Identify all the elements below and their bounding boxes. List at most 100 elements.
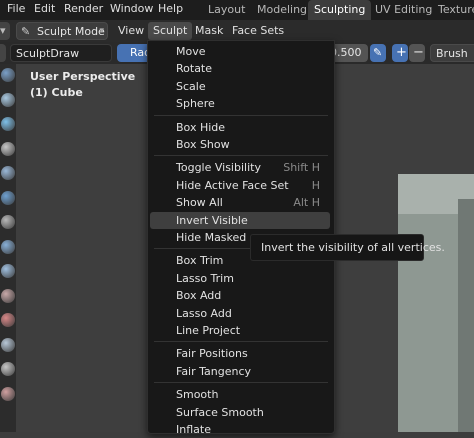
menu-item-label: Show All — [176, 196, 223, 210]
menu-view[interactable]: View — [113, 22, 149, 40]
brush-icon: ✎ — [21, 25, 31, 38]
brush-tool-icon[interactable] — [1, 362, 15, 376]
menu-separator — [154, 155, 328, 157]
menu-item-smooth[interactable]: Smooth — [150, 386, 330, 403]
menu-item-move[interactable]: Move — [150, 43, 330, 60]
brush-tool-icon[interactable] — [1, 68, 15, 82]
strength-field[interactable]: 0.500 — [330, 44, 368, 62]
menu-item-label: Smooth — [176, 388, 219, 402]
editor-type-dropdown[interactable]: ▾ — [0, 22, 10, 40]
menu-separator — [154, 341, 328, 343]
menu-item-label: Sphere — [176, 97, 215, 111]
menu-item-shortcut: Shift H — [283, 161, 320, 175]
menu-item-label: Hide Active Face Set — [176, 178, 289, 192]
brush-name-value: SculptDraw — [16, 47, 80, 60]
mode-label: Sculpt Mode — [37, 25, 105, 38]
brush-name-field[interactable]: SculptDraw — [10, 44, 112, 62]
menu-separator — [154, 382, 328, 384]
top-menu-bar: File Edit Render Window Help Layout Mode… — [0, 0, 474, 20]
tab-uv-editing[interactable]: UV Editing — [369, 0, 438, 20]
menu-sculpt[interactable]: Sculpt — [148, 22, 193, 40]
menu-item-label: Fair Tangency — [176, 364, 252, 378]
sculpt-toolbar — [0, 64, 16, 432]
menu-item-surface-smooth[interactable]: Surface Smooth — [150, 404, 330, 421]
brush-tool-icon[interactable] — [1, 239, 15, 254]
mode-dropdown[interactable]: ✎ Sculpt Mode ▾ — [16, 22, 108, 40]
tab-texture[interactable]: Texture — [432, 0, 474, 20]
pen-pressure-icon: ✎ — [373, 46, 383, 59]
menu-item-fair-tangency[interactable]: Fair Tangency — [150, 363, 330, 380]
menu-item-line-project[interactable]: Line Project — [150, 322, 330, 339]
menu-mask[interactable]: Mask — [190, 22, 228, 40]
menu-item-label: Box Hide — [176, 120, 226, 134]
editor-header: ▾ ✎ Sculpt Mode ▾ View Sculpt Mask Face … — [0, 20, 474, 42]
menu-item-rotate[interactable]: Rotate — [150, 60, 330, 77]
menu-help[interactable]: Help — [155, 0, 186, 20]
direction-add-button[interactable]: + — [392, 44, 408, 62]
brush-tool-icon[interactable] — [1, 288, 15, 303]
menu-item-shortcut: H — [311, 178, 320, 192]
menu-item-hide-active-face-set[interactable]: Hide Active Face Set H — [150, 177, 330, 194]
menu-item-label: Box Trim — [176, 254, 224, 268]
menu-item-box-add[interactable]: Box Add — [150, 287, 330, 304]
menu-item-scale[interactable]: Scale — [150, 78, 330, 95]
menu-item-lasso-add[interactable]: Lasso Add — [150, 305, 330, 322]
menu-item-sphere[interactable]: Sphere — [150, 95, 330, 112]
menu-item-box-show[interactable]: Box Show — [150, 136, 330, 153]
menu-face-sets[interactable]: Face Sets — [227, 22, 289, 40]
pressure-toggle[interactable]: ✎ — [370, 44, 386, 62]
menu-item-fair-positions[interactable]: Fair Positions — [150, 345, 330, 362]
tab-sculpting[interactable]: Sculpting — [308, 0, 372, 20]
menu-item-shortcut: Alt H — [293, 196, 320, 210]
brush-tool-icon[interactable] — [1, 117, 15, 131]
menu-item-lasso-trim[interactable]: Lasso Trim — [150, 270, 330, 287]
menu-item-label: Inflate — [176, 423, 211, 436]
menu-item-label: Scale — [176, 79, 206, 93]
tab-modeling[interactable]: Modeling — [251, 0, 313, 20]
brush-settings-dropdown[interactable]: Brush — [430, 44, 474, 62]
chevron-down-icon: ▾ — [0, 24, 6, 37]
brush-tool-icon[interactable] — [1, 215, 15, 229]
menu-item-label: Box Show — [176, 138, 230, 151]
brush-tool-icon[interactable] — [1, 264, 15, 278]
minus-icon: − — [413, 45, 424, 60]
brush-tool-icon[interactable] — [1, 141, 15, 156]
viewport-object-label: (1) Cube — [30, 86, 83, 99]
radius-field[interactable]: Rad — [117, 44, 151, 62]
chevron-down-icon: ▾ — [99, 26, 104, 36]
menu-item-toggle-visibility[interactable]: Toggle Visibility Shift H — [150, 159, 330, 176]
menu-item-label: Hide Masked — [176, 231, 247, 244]
brush-tool-icon[interactable] — [1, 190, 15, 205]
menu-window[interactable]: Window — [107, 0, 156, 20]
menu-edit[interactable]: Edit — [31, 0, 58, 20]
menu-item-label: Toggle Visibility — [176, 161, 261, 175]
menu-item-label: Rotate — [176, 62, 213, 76]
menu-item-label: Lasso Trim — [176, 271, 234, 285]
brush-tool-icon[interactable] — [1, 337, 15, 352]
menu-item-label: Move — [176, 45, 206, 58]
menu-item-label: Lasso Add — [176, 306, 232, 320]
cube-side-face — [458, 199, 474, 432]
plus-icon: + — [396, 45, 407, 60]
menu-item-label: Line Project — [176, 324, 241, 337]
direction-subtract-button[interactable]: − — [409, 44, 425, 62]
brush-tool-icon[interactable] — [1, 92, 15, 107]
tab-layout[interactable]: Layout — [202, 0, 251, 20]
menu-item-label: Box Add — [176, 289, 222, 303]
menu-item-label: Invert Visible — [176, 213, 248, 227]
brush-tool-icon[interactable] — [1, 386, 15, 401]
menu-render[interactable]: Render — [61, 0, 106, 20]
brush-dropdown-label: Brush — [436, 47, 468, 60]
menu-item-invert-visible[interactable]: Invert Visible — [150, 211, 330, 229]
menu-file[interactable]: File — [4, 0, 28, 20]
menu-item-box-hide[interactable]: Box Hide — [150, 119, 330, 136]
brush-tool-icon[interactable] — [1, 166, 15, 180]
tooltip: Invert the visibility of all vertices. — [250, 234, 445, 261]
viewport-perspective-label: User Perspective — [30, 70, 136, 83]
tool-dropdown[interactable] — [0, 44, 6, 62]
menu-item-label: Fair Positions — [176, 347, 248, 361]
menu-item-show-all[interactable]: Show All Alt H — [150, 194, 330, 211]
menu-item-inflate[interactable]: Inflate — [150, 421, 330, 438]
menu-item-label: Surface Smooth — [176, 405, 264, 419]
brush-tool-icon[interactable] — [1, 313, 15, 327]
